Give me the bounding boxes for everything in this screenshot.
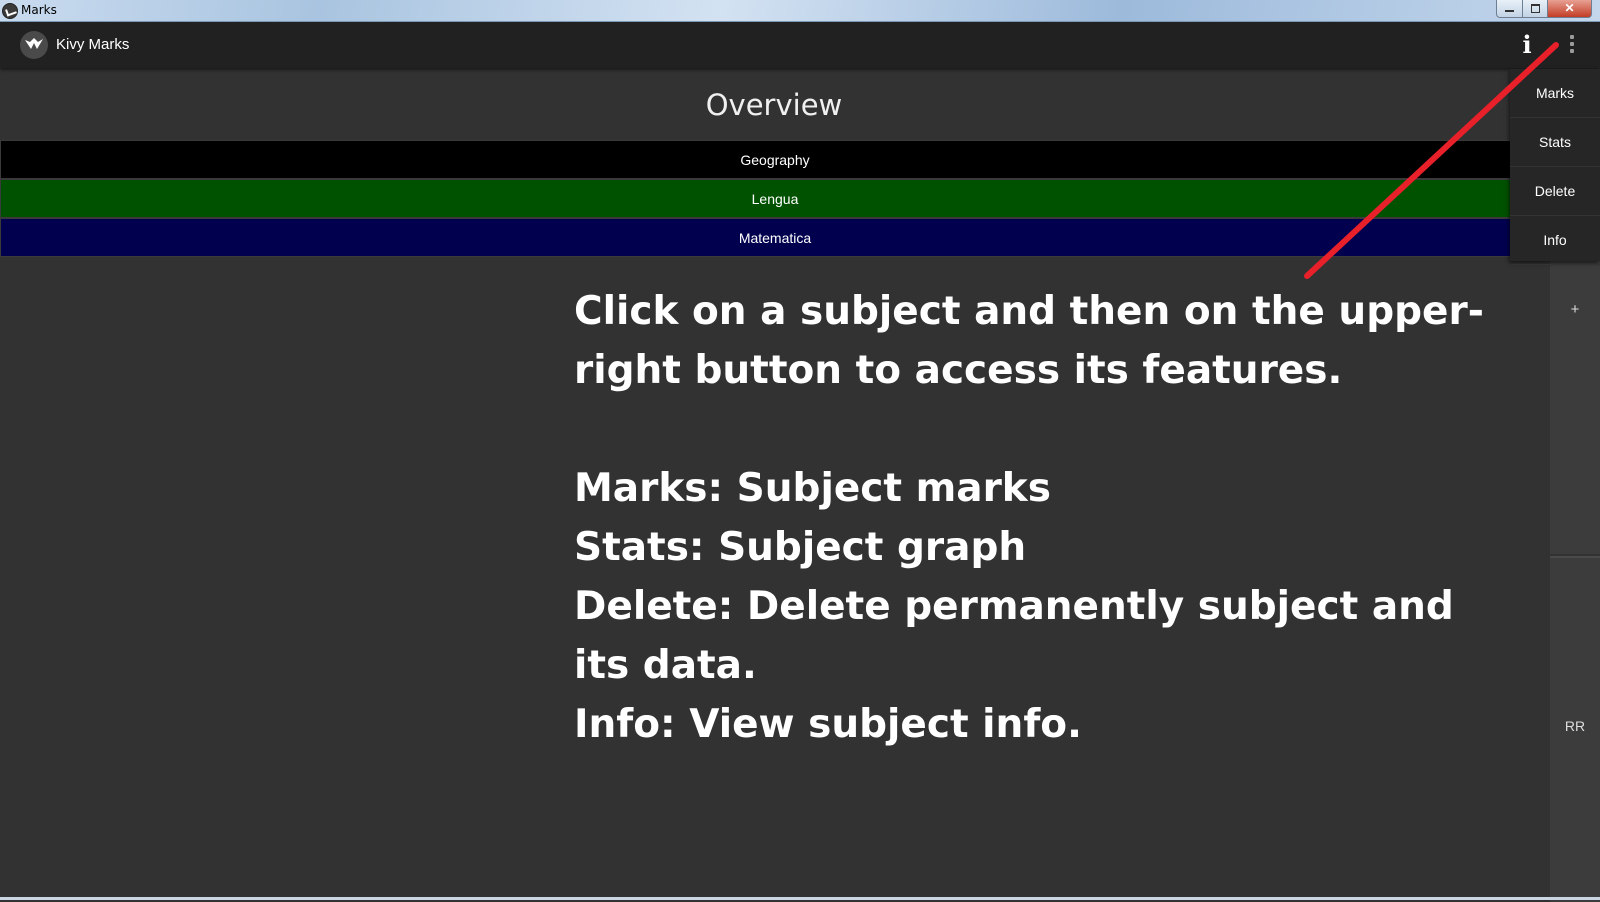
subject-actions-menu: Marks Stats Delete Info	[1510, 69, 1600, 265]
help-line-stats: Stats: Subject graph	[574, 525, 1027, 570]
help-line-info: Info: View subject info.	[574, 702, 1082, 747]
help-text: Click on a subject and then on the upper…	[574, 282, 1514, 754]
help-intro: Click on a subject and then on the upper…	[574, 289, 1484, 393]
add-subject-button[interactable]: +	[1550, 301, 1600, 318]
subject-row-lengua[interactable]: Lengua	[0, 179, 1550, 218]
side-panel-upper: +	[1550, 261, 1600, 554]
page-title: Overview	[705, 88, 843, 122]
menu-item-delete[interactable]: Delete	[1510, 167, 1600, 216]
kivy-logo-icon	[20, 31, 48, 59]
subject-row-matematica[interactable]: Matematica	[0, 218, 1550, 257]
app-bar: Kivy Marks i	[0, 22, 1600, 68]
window-controls	[1496, 0, 1592, 19]
overflow-menu-icon[interactable]	[1568, 35, 1576, 59]
side-panel-lower: RR	[1550, 556, 1600, 902]
menu-item-stats[interactable]: Stats	[1510, 118, 1600, 167]
window-titlebar: Marks	[0, 0, 1600, 22]
minimize-button[interactable]	[1496, 0, 1522, 18]
kivy-app-icon	[2, 3, 18, 19]
help-line-marks: Marks: Subject marks	[574, 466, 1051, 511]
maximize-button[interactable]	[1522, 0, 1548, 18]
menu-item-marks[interactable]: Marks	[1510, 69, 1600, 118]
subject-list: Geography Lengua Matematica	[0, 140, 1550, 257]
window-title: Marks	[21, 3, 57, 17]
menu-item-info[interactable]: Info	[1510, 216, 1600, 265]
rr-button[interactable]: RR	[1550, 718, 1600, 734]
close-button[interactable]	[1548, 0, 1592, 18]
help-line-delete: Delete: Delete permanently subject and i…	[574, 584, 1454, 688]
info-icon[interactable]: i	[1518, 31, 1536, 59]
subject-row-geography[interactable]: Geography	[0, 140, 1550, 179]
app-title: Kivy Marks	[56, 36, 130, 53]
